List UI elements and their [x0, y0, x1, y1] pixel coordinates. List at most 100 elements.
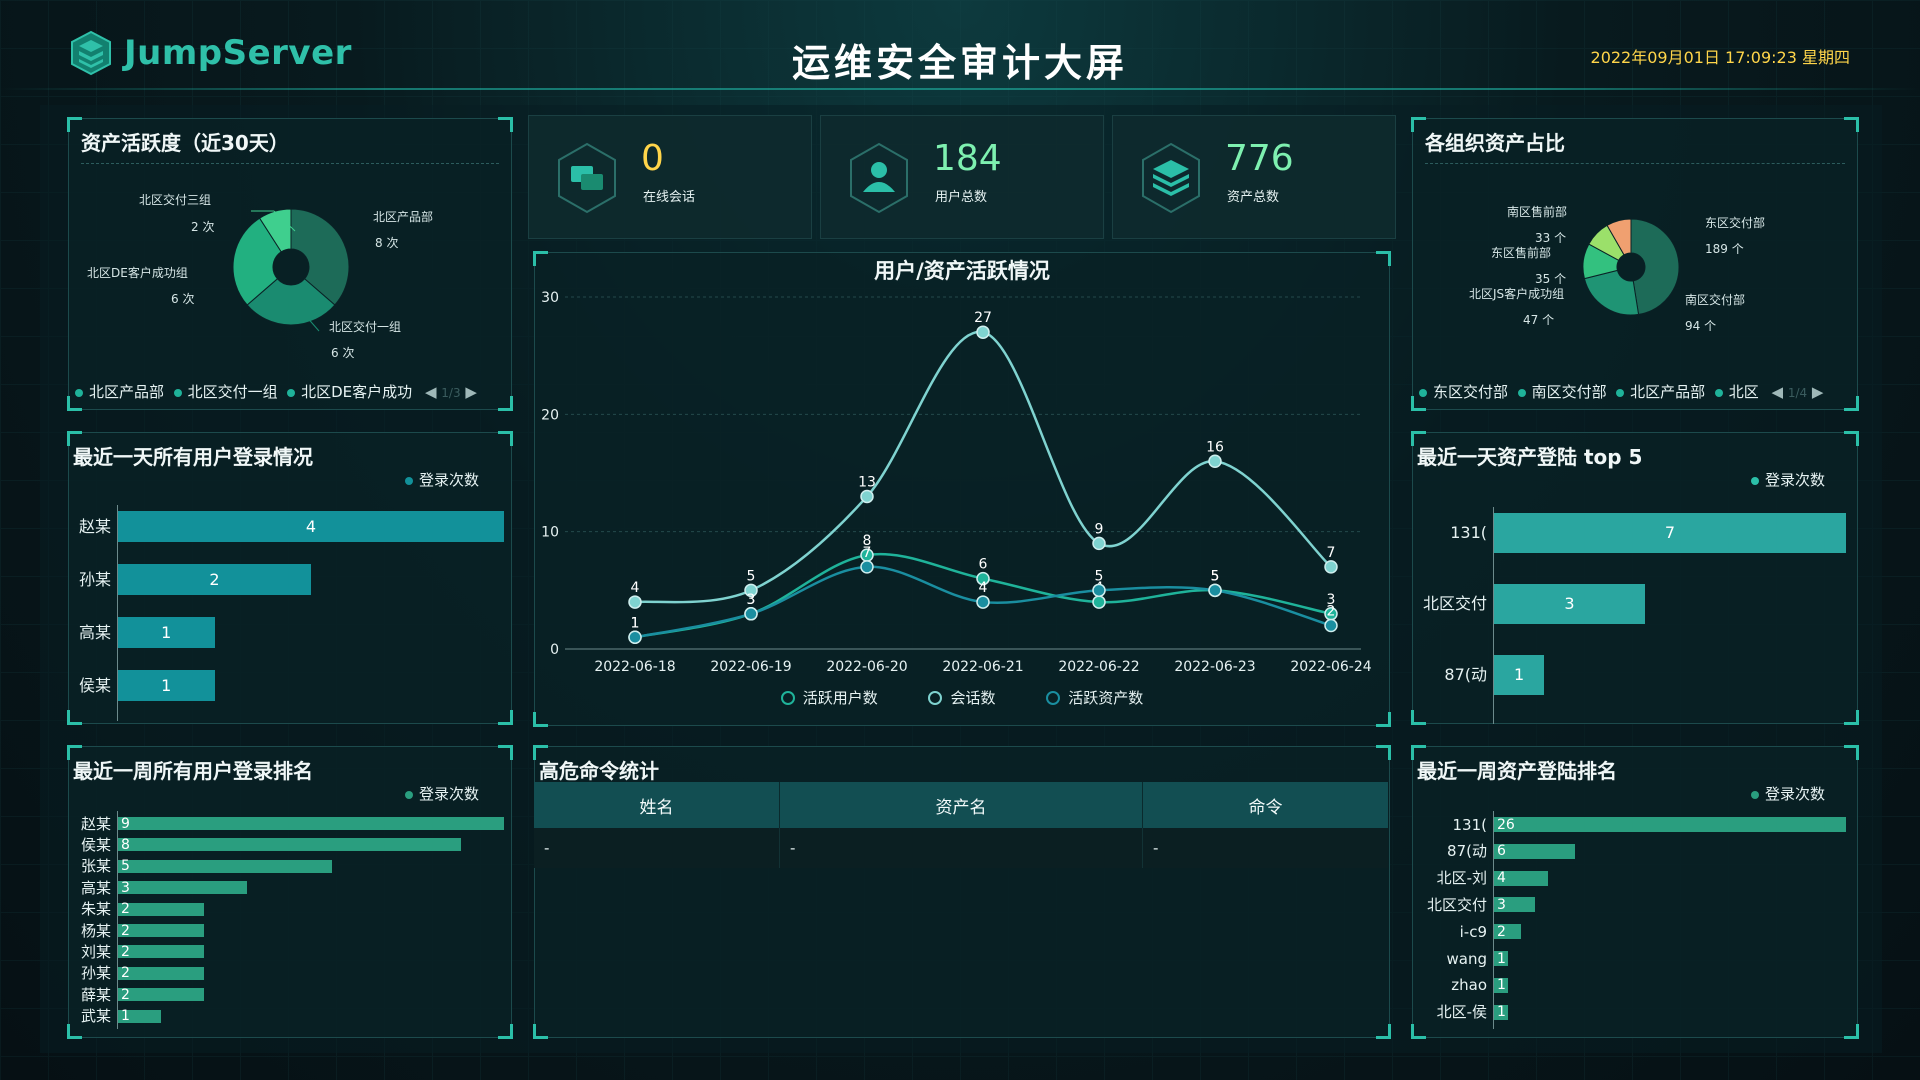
panel-activity-chart: 用户/资产活跃情况 0 10 20 30 2022-06-18 2022-06-19 202…: [533, 251, 1391, 727]
category-label: 孙某: [78, 569, 111, 589]
bar-chart: 赵某 4 孙某 2 高某 1 侯某 1: [69, 433, 511, 723]
data-point[interactable]: [1208, 583, 1222, 598]
bar-value: 2: [121, 965, 130, 982]
data-label: 7: [863, 545, 872, 561]
bar-value: 3: [121, 879, 130, 896]
org-assets-pie: 南区售前部 33 个 东区售前部 35 个 北区JS客户成功组 47 个 东区交…: [1469, 204, 1765, 333]
pie-value: 94 个: [1685, 319, 1716, 333]
bar-value: 7: [1664, 523, 1676, 542]
chat-icon: [558, 142, 616, 214]
data-label: 16: [1206, 439, 1224, 455]
pie-value: 189 个: [1705, 242, 1744, 256]
data-point[interactable]: [1324, 560, 1338, 574]
data-point[interactable]: [744, 607, 758, 621]
legend-page: 1/3: [441, 386, 461, 400]
bar-value: 1: [121, 1008, 130, 1025]
data-point[interactable]: [976, 325, 990, 339]
data-point[interactable]: [976, 595, 990, 609]
category-label: 131(: [1450, 523, 1487, 542]
legend-item: 活跃资产数: [1068, 689, 1144, 707]
column-header-asset[interactable]: 资产名: [779, 782, 1144, 828]
legend-prev-button[interactable]: ◀: [425, 383, 437, 401]
category-label: 赵某: [80, 814, 111, 833]
data-point[interactable]: [1092, 583, 1106, 598]
data-label: 5: [1211, 568, 1220, 584]
bar[interactable]: [118, 859, 333, 873]
category-label: 刘某: [80, 942, 111, 961]
bar[interactable]: [118, 945, 204, 959]
legend-next-button[interactable]: ▶: [465, 383, 477, 401]
stat-value: 184: [933, 138, 1002, 179]
legend-next-button[interactable]: ▶: [1812, 383, 1824, 401]
bar[interactable]: [118, 966, 204, 980]
data-point[interactable]: [628, 630, 642, 645]
table-cell: -: [534, 828, 780, 868]
legend-page: 1/4: [1787, 386, 1808, 400]
bar-value: 1: [1497, 950, 1506, 967]
pie-legend: 北区产品部 北区交付一组 北区DE客户成功 ◀ 1/3 ▶: [75, 381, 477, 402]
stat-total-assets: 776 资产总数: [1112, 115, 1396, 239]
bar-value: 2: [121, 986, 130, 1003]
header: JumpServer 运维安全审计大屏 2022年09月01日 17:09:23…: [0, 0, 1920, 90]
pie-legend: 东区交付部 南区交付部 北区产品部 北区 ◀ 1/4 ▶: [1419, 381, 1823, 402]
data-label: 5: [1095, 568, 1104, 584]
legend-prev-button[interactable]: ◀: [1771, 383, 1783, 401]
x-tick-label: 2022-06-24: [1290, 659, 1371, 675]
stat-online-sessions: 0 在线会话: [528, 115, 812, 239]
stat-label: 在线会话: [643, 190, 696, 205]
category-label: 武某: [80, 1007, 111, 1026]
bar[interactable]: [118, 838, 462, 852]
panel-weekly-user-ranking: 最近一周所有用户登录排名 登录次数 赵某 9 侯某 8 张某 5 高某 3 朱某 2 杨某 2 刘某 2 孙…: [67, 745, 513, 1039]
layers-icon: [1142, 142, 1200, 214]
panel-org-assets: 各组织资产占比 南区售前部 33 个 东区售前部 35 个 北区JS客户成功组 …: [1411, 117, 1859, 411]
table-cell: -: [779, 828, 1144, 868]
panel-daily-asset-logins: 最近一天资产登陆 top 5 登录次数 131(7 北区交付 3 87(动 1: [1411, 431, 1859, 725]
data-label: 2: [1327, 604, 1336, 620]
legend-item: 北区DE客户成功: [301, 383, 413, 401]
legend-marker: [780, 691, 795, 705]
bar[interactable]: [118, 988, 204, 1002]
pie-slice[interactable]: [1630, 218, 1680, 315]
panel-daily-user-logins: 最近一天所有用户登录情况 登录次数 赵某 4 孙某 2 高某 1 侯某 1: [67, 431, 513, 725]
data-label: 27: [974, 310, 992, 326]
pie-value: 6 次: [171, 292, 194, 306]
pie-value: 47 个: [1523, 313, 1554, 327]
bar[interactable]: [118, 817, 504, 830]
bar-value: 2: [121, 922, 130, 939]
data-point[interactable]: [1324, 618, 1338, 633]
data-point[interactable]: [860, 560, 874, 574]
bar[interactable]: [1494, 817, 1846, 832]
category-label: 北区交付: [1426, 895, 1487, 914]
bar-value: 3: [1564, 594, 1575, 613]
data-point[interactable]: [1208, 454, 1222, 469]
bar[interactable]: [118, 881, 247, 895]
category-label: 北区-侯: [1436, 1003, 1487, 1022]
bar-value: 1: [1497, 1004, 1506, 1021]
category-label: 87(动: [1444, 665, 1487, 684]
x-tick-label: 2022-06-20: [826, 659, 907, 675]
legend-item: 北区: [1728, 383, 1759, 401]
column-header-command[interactable]: 命令: [1142, 782, 1388, 828]
category-label: 侯某: [80, 835, 111, 854]
category-label: 87(动: [1447, 842, 1487, 861]
legend-item: 活跃用户数: [802, 689, 878, 707]
category-label: 高某: [80, 878, 111, 897]
category-label: wang: [1446, 949, 1488, 968]
bar[interactable]: [118, 902, 204, 916]
pie-label: 北区交付一组: [329, 319, 401, 334]
bar-value: 4: [305, 516, 317, 536]
data-point[interactable]: [1092, 536, 1106, 551]
column-header-name[interactable]: 姓名: [534, 782, 780, 828]
data-point[interactable]: [1092, 595, 1106, 609]
pie-label: 南区售前部: [1507, 204, 1567, 219]
data-point[interactable]: [628, 595, 642, 609]
legend-marker: [1046, 691, 1061, 705]
stat-total-users: 184 用户总数: [820, 115, 1104, 239]
bar-value: 5: [121, 858, 130, 875]
bar[interactable]: [118, 924, 204, 937]
stat-value: 776: [1225, 138, 1294, 179]
bar[interactable]: [1494, 843, 1576, 859]
asset-activity-pie: 北区交付三组 2 次 北区产品部 8 次 北区DE客户成功组 6 次 北区交付一…: [87, 192, 433, 360]
data-point[interactable]: [860, 489, 874, 504]
legend-item: 北区产品部: [89, 383, 165, 401]
